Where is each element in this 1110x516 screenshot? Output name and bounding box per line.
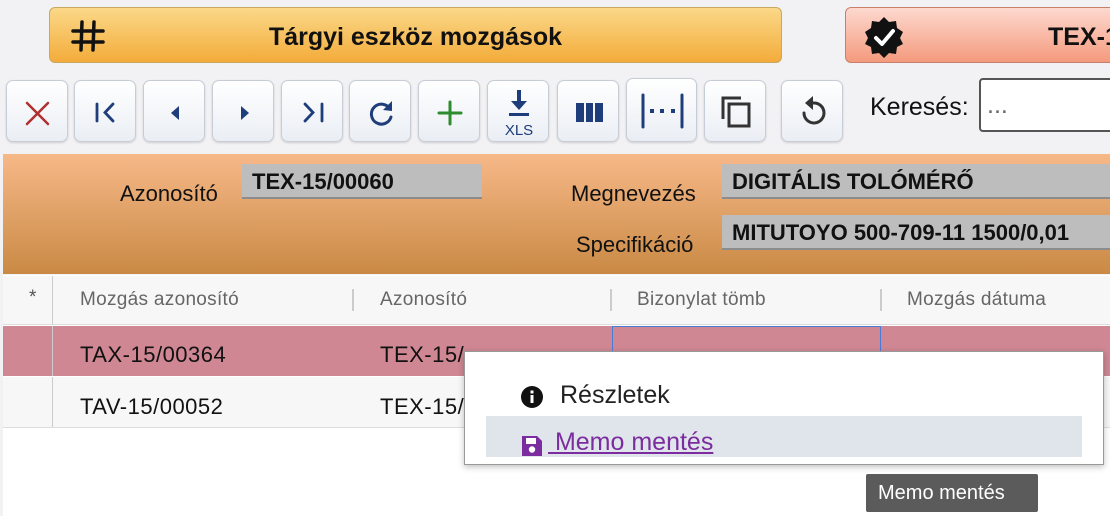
close-icon (25, 101, 50, 126)
cell-mozgas-azonosito[interactable]: TAV-15/00052 (80, 394, 223, 420)
id-label: Azonosító (120, 181, 218, 206)
copy-button[interactable] (704, 80, 766, 142)
plus-icon (437, 100, 463, 126)
row-header[interactable] (3, 377, 53, 427)
previous-record-button[interactable] (143, 80, 205, 142)
next-icon (241, 106, 249, 120)
column-header-bizonylat-tomb[interactable]: Bizonylat tömb (637, 289, 766, 311)
menu-item-label: Memo mentés (548, 428, 714, 456)
column-separator[interactable] (610, 289, 612, 311)
tab-record[interactable]: TEX-15/00060 (845, 7, 1110, 63)
next-record-button[interactable] (212, 80, 274, 142)
row-header[interactable] (3, 326, 53, 376)
menu-item-memo-mentes[interactable]: Memo mentés (486, 416, 1082, 457)
copy-icon (721, 96, 751, 128)
columns-icon (576, 103, 603, 122)
grid-corner (3, 276, 53, 324)
name-label: Megnevezés (571, 181, 696, 206)
xls-label: XLS (505, 122, 533, 139)
menu-item-label: Részletek (560, 381, 670, 409)
row-header-symbol: * (29, 287, 37, 308)
first-record-button[interactable] (74, 80, 136, 142)
download-icon: XLS (505, 90, 533, 139)
tooltip: Memo mentés (866, 474, 1038, 512)
first-icon (95, 102, 115, 123)
info-icon (521, 386, 543, 408)
tab-title: Tárgyi eszköz mozgások (268, 23, 563, 51)
refresh-button[interactable] (349, 80, 411, 142)
column-separator[interactable] (880, 289, 882, 311)
column-separator[interactable] (352, 289, 354, 311)
last-icon (303, 102, 324, 123)
save-icon (522, 436, 542, 456)
previous-icon (171, 106, 179, 120)
id-field[interactable]: TEX-15/00060 (242, 164, 482, 199)
close-button[interactable] (6, 80, 68, 142)
column-header-mozgas-azonosito[interactable]: Mozgás azonosító (80, 289, 239, 311)
undo-button[interactable] (781, 80, 843, 142)
cell-mozgas-azonosito[interactable]: TAX-15/00364 (80, 342, 226, 368)
fit-width-icon (641, 93, 684, 129)
export-xls-button[interactable]: XLS (487, 80, 549, 142)
undo-icon (802, 96, 826, 125)
cell-azonosito[interactable]: TEX-15/ (380, 394, 464, 420)
search-label: Keresés: (870, 93, 969, 121)
name-field[interactable]: DIGITÁLIS TOLÓMÉRŐ (722, 164, 1110, 199)
tab-title: TEX-15/00060 (1048, 23, 1110, 51)
column-header-mozgas-datuma[interactable]: Mozgás dátuma (907, 289, 1046, 311)
search-input[interactable] (979, 78, 1110, 132)
refresh-icon (369, 101, 393, 126)
column-header-azonosito[interactable]: Azonosító (380, 289, 467, 311)
fit-columns-button[interactable] (626, 78, 697, 142)
cell-azonosito[interactable]: TEX-15/ (380, 342, 464, 368)
columns-button[interactable] (557, 80, 619, 142)
spec-field[interactable]: MITUTOYO 500-709-11 1500/0,01 (722, 215, 1110, 250)
tab-targyi-eszkoz-mozgasok[interactable]: Tárgyi eszköz mozgások (49, 7, 782, 63)
menu-item-reszletek[interactable]: Részletek (486, 372, 1082, 416)
add-button[interactable] (418, 80, 480, 142)
spec-label: Specifikáció (576, 232, 694, 257)
verified-badge-icon (865, 17, 903, 58)
last-record-button[interactable] (281, 80, 343, 142)
